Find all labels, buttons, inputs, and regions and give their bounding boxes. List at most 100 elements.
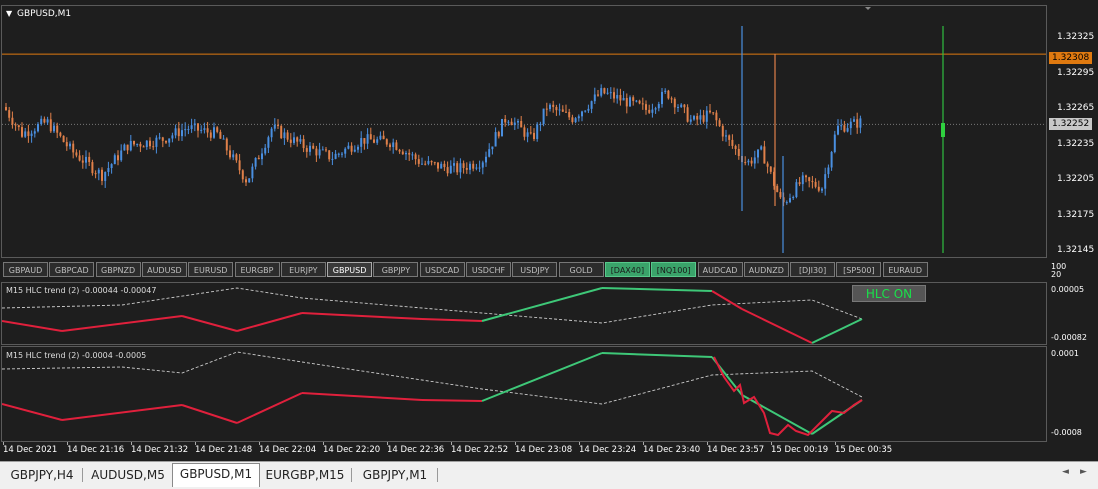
candle-body (53, 125, 55, 132)
tab-gbpjpy-h4[interactable]: GBPJPY,H4 (4, 465, 80, 485)
candle-body (85, 156, 87, 163)
candle-body (606, 92, 609, 94)
candle (504, 114, 507, 127)
scroll-left-icon[interactable]: ◄ (1062, 467, 1069, 477)
candle-body (558, 109, 561, 111)
main-chart-panel[interactable]: ▼ GBPUSD,M1 (1, 5, 1047, 258)
time-tick-mark (771, 442, 772, 445)
candle-body (744, 162, 747, 164)
candle-body (789, 198, 791, 203)
candle-body (712, 112, 715, 114)
candle (366, 128, 369, 150)
hlc-trend-down-segment (61, 404, 183, 421)
candle (318, 142, 321, 159)
tab-separator (437, 468, 438, 482)
candle (149, 137, 151, 150)
candle (465, 162, 468, 174)
candle-body (389, 144, 391, 148)
symbol-button-usdjpy[interactable]: USDJPY (512, 262, 558, 277)
candle (392, 138, 395, 154)
candle-body (430, 161, 433, 163)
candle (606, 88, 609, 95)
candle-body (56, 125, 59, 133)
tab-audusd-m5[interactable]: AUDUSD,M5 (86, 465, 170, 485)
time-tick-label: 14 Dec 2021 (3, 445, 58, 455)
candle-body (859, 118, 862, 128)
candle-body (62, 135, 65, 143)
candle (497, 130, 500, 139)
candle-body (213, 127, 215, 138)
symbol-button-gbpjpy[interactable]: GBPJPY (373, 262, 419, 277)
symbol-button-usdchf[interactable]: USDCHF (466, 262, 511, 277)
candle (843, 120, 846, 133)
candle-body (315, 148, 318, 156)
time-tick-mark (323, 442, 324, 445)
candle-body (635, 100, 638, 102)
symbol-button-euraud[interactable]: EURAUD (882, 262, 928, 277)
symbol-button-gbpcad[interactable]: GBPCAD (49, 262, 95, 277)
candle (561, 105, 564, 113)
candle (789, 193, 791, 204)
candle-body (513, 122, 516, 126)
candle-body (337, 153, 340, 155)
candle (494, 127, 497, 147)
symbol-button-gbpnzd[interactable]: GBPNZD (95, 262, 141, 277)
hlc-trend-up-segment (481, 352, 603, 402)
tab-eurgbp-m15[interactable]: EURGBP,M15 (262, 465, 348, 485)
symbol-button-nq100[interactable]: [NQ100] (651, 262, 697, 277)
candle (584, 110, 587, 113)
candle (280, 124, 283, 140)
candle-body (174, 128, 177, 136)
hlc-trend-down-segment (2, 403, 63, 421)
candle (107, 161, 110, 177)
hlc-trend-down-segment (741, 308, 813, 344)
candle (248, 178, 251, 183)
time-tick-label: 14 Dec 23:57 (707, 445, 765, 455)
candle-body (72, 143, 75, 153)
symbol-button-audusd[interactable]: AUDUSD (141, 262, 187, 277)
symbol-button-gbpaud[interactable]: GBPAUD (3, 262, 48, 277)
candle (507, 119, 510, 126)
symbol-button-sp500[interactable]: [SP500] (836, 262, 882, 277)
tab-label: EURGBP,M15 (265, 468, 345, 482)
candle (715, 110, 718, 127)
candle (75, 149, 78, 158)
candle-body (251, 166, 254, 179)
hlc-on-button[interactable]: HLC ON (852, 285, 926, 302)
symbol-button-eurusd[interactable]: EURUSD (188, 262, 234, 277)
candle (814, 178, 817, 189)
tab-gbpusd-m1[interactable]: GBPUSD,M1 (172, 463, 260, 487)
candle-body (299, 139, 302, 142)
tab-gbpjpy-m1[interactable]: GBPJPY,M1 (355, 465, 435, 485)
indicator2-panel[interactable]: M15 HLC trend (2) -0.0004 -0.0005 (1, 346, 1047, 442)
chart-title-arrow-icon[interactable]: ▼ (6, 9, 12, 18)
indicator2-scale: 0.0001 -0.0008 (1047, 346, 1098, 442)
candle-body (747, 160, 750, 163)
scale-label: 20 (1051, 270, 1062, 279)
symbol-button-gbpusd[interactable]: GBPUSD (327, 262, 373, 277)
candle (641, 97, 644, 110)
candle (219, 129, 222, 139)
symbol-button-dax40[interactable]: [DAX40] (604, 262, 650, 277)
candle (549, 103, 551, 112)
scroll-right-icon[interactable]: ► (1080, 467, 1087, 477)
candle (629, 95, 631, 107)
time-tick-label: 15 Dec 00:35 (835, 445, 893, 455)
symbol-button-gold[interactable]: GOLD (558, 262, 604, 277)
symbol-button-eurjpy[interactable]: EURJPY (280, 262, 326, 277)
symbol-button-audcad[interactable]: AUDCAD (697, 262, 743, 277)
candle-body (718, 120, 721, 126)
symbol-button-eurgbp[interactable]: EURGBP (234, 262, 280, 277)
candle (721, 123, 724, 142)
candle-body (526, 132, 529, 137)
candle (552, 100, 555, 113)
symbol-button-audnzd[interactable]: AUDNZD (743, 262, 789, 277)
candle (33, 128, 36, 138)
candle-body (395, 142, 398, 150)
candle-body (427, 161, 430, 164)
candle (85, 150, 87, 169)
symbol-button-dji30[interactable]: [DJI30] (790, 262, 836, 277)
candle-body (309, 145, 311, 152)
candle-body (225, 138, 228, 151)
symbol-button-usdcad[interactable]: USDCAD (419, 262, 465, 277)
